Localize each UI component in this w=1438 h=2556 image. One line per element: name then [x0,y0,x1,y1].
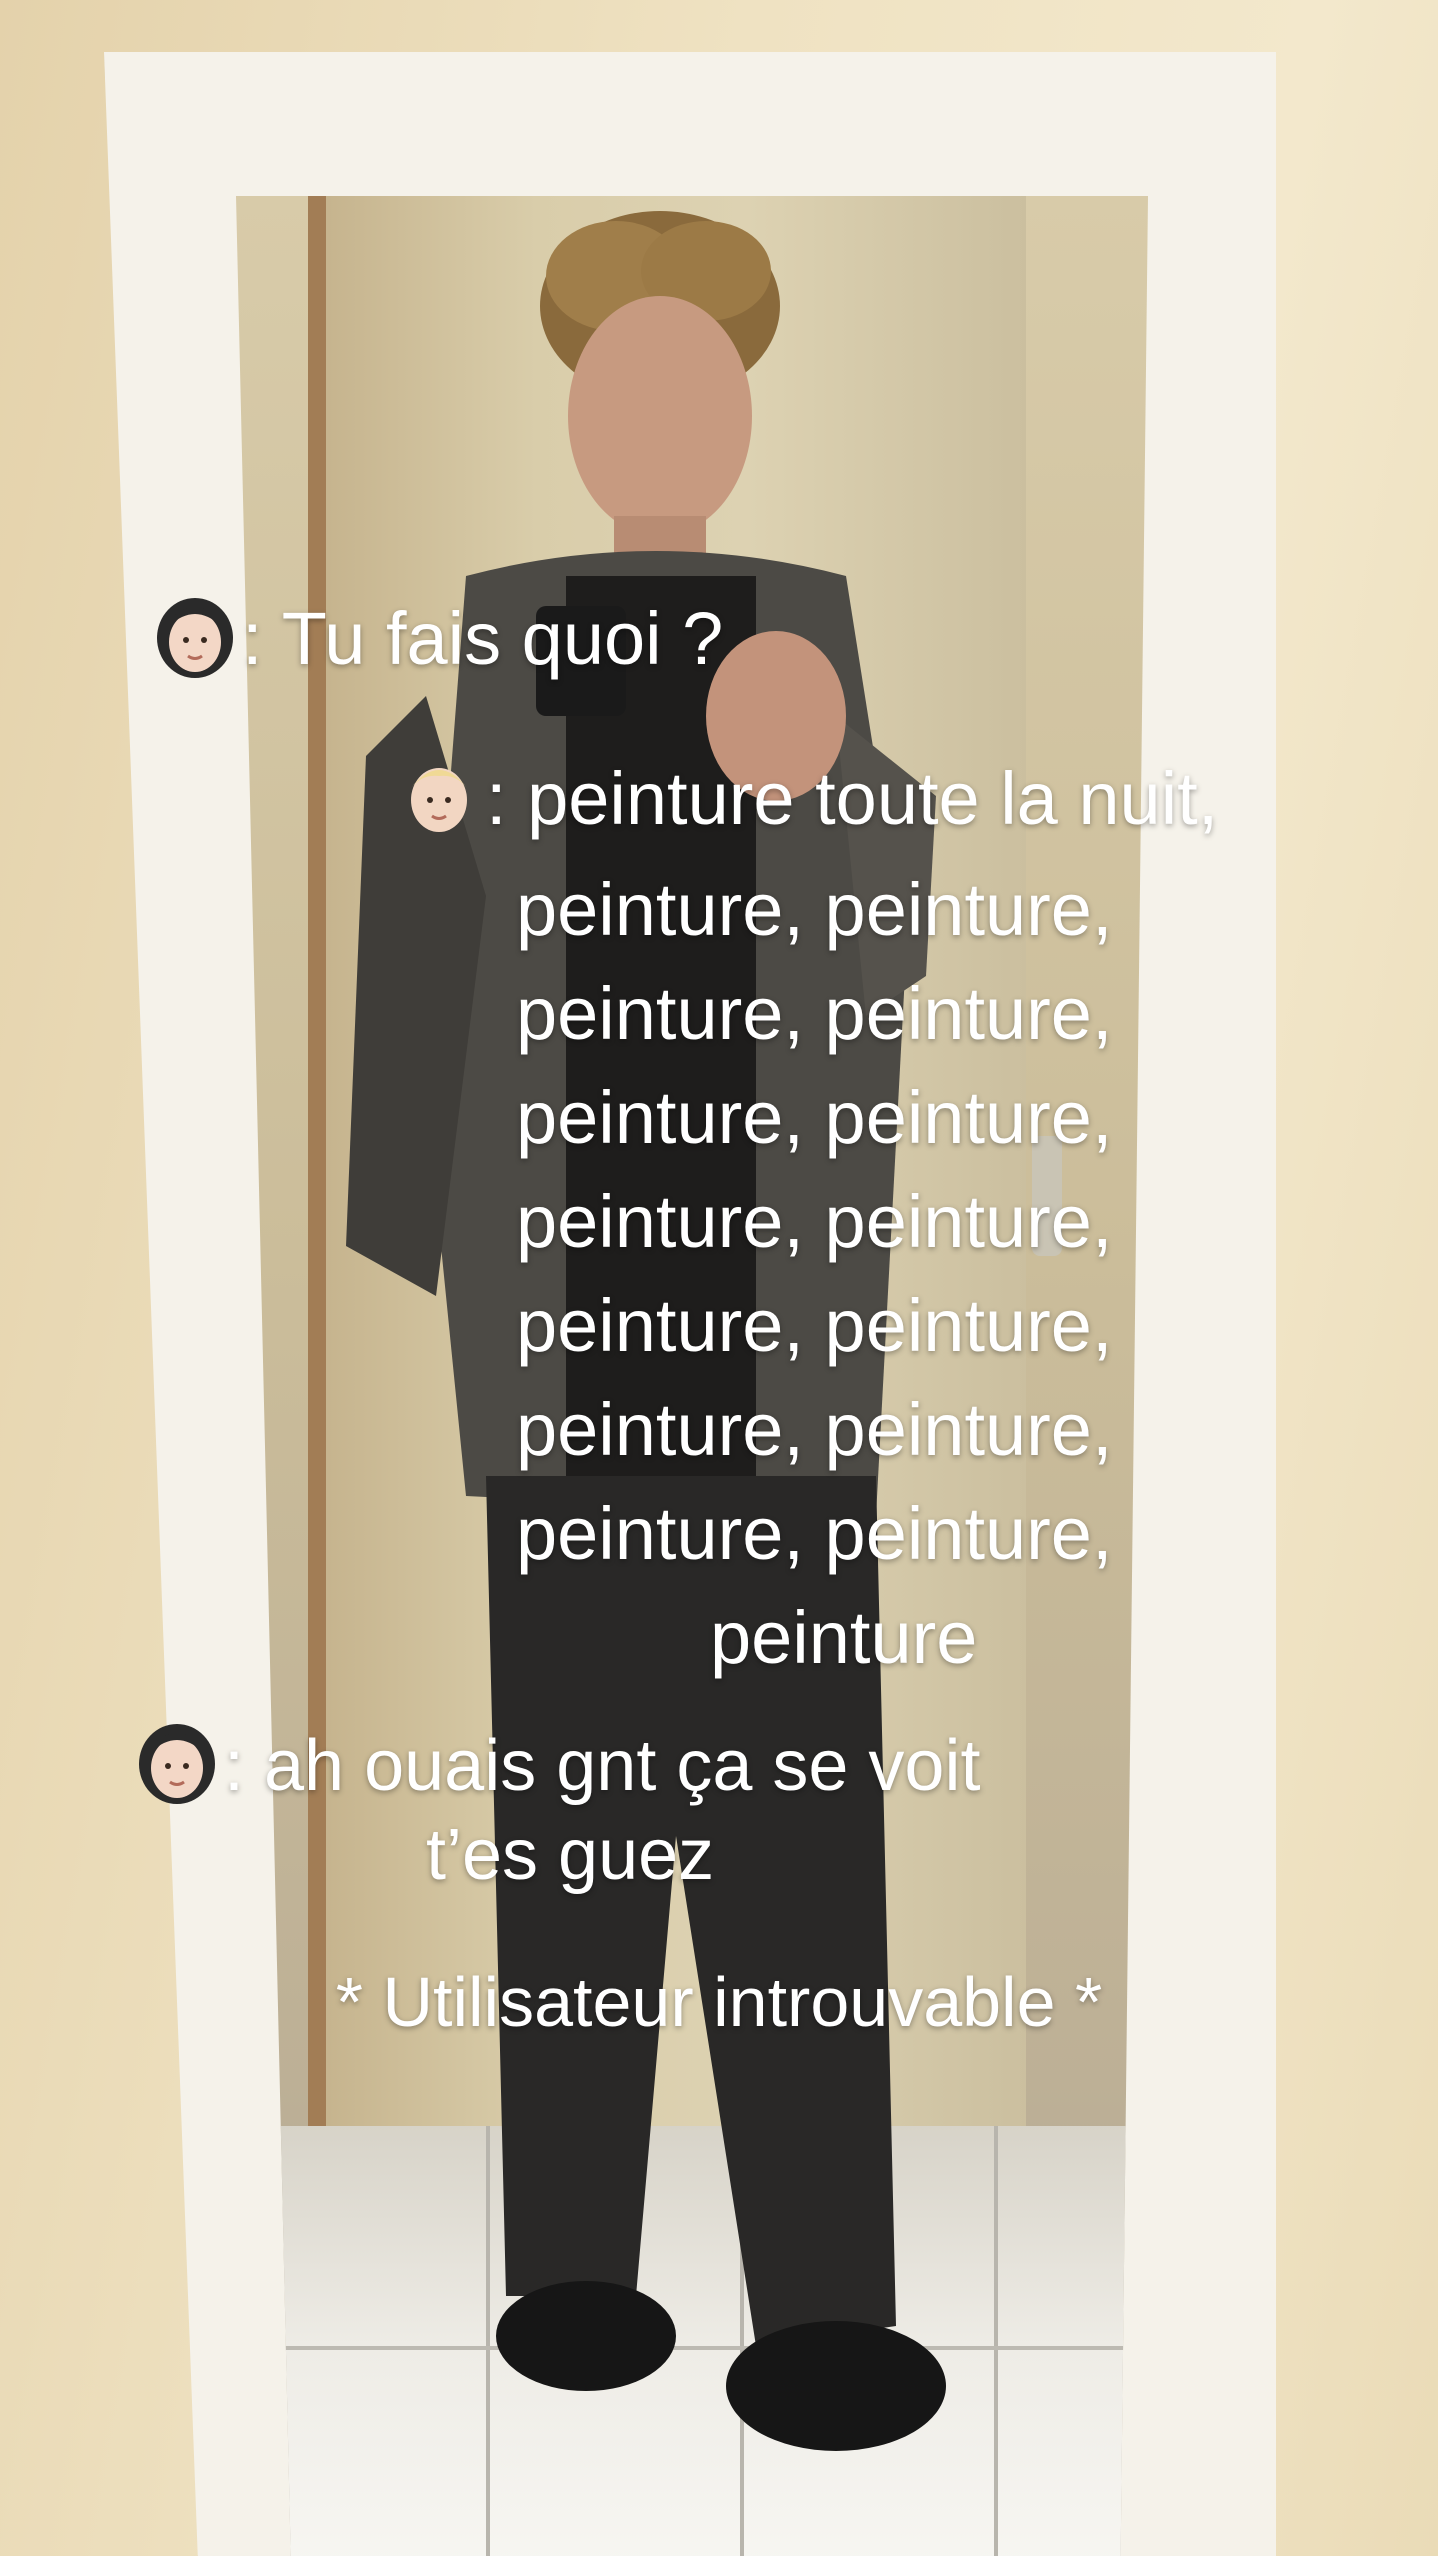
message-2-continuation: peinture, peinture, peinture, peinture, … [516,858,1224,1690]
message-2-line: peinture, peinture, [516,1180,1113,1263]
blond-man-emoji-icon [396,752,482,838]
message-2-line: peinture, peinture, [516,1076,1113,1159]
message-2-last-line: peinture [710,1596,978,1679]
message-2-line: peinture, peinture, [516,1284,1113,1367]
message-1-text: : Tu fais quoi ? [242,597,724,680]
message-3: : ah ouais gnt ça se voit [134,1718,980,1807]
message-2-line: peinture, peinture, [516,1388,1113,1471]
text-overlay: : Tu fais quoi ? : peinture toute la nui… [0,0,1438,2556]
message-2-first-line: : peinture toute la nuit, [486,757,1219,840]
message-2-line: peinture, peinture, [516,972,1113,1055]
system-message: * Utilisateur introuvable * [335,1963,1103,2041]
message-3-text: : ah ouais gnt ça se voit [224,1726,981,1806]
woman-emoji-icon [134,1718,220,1804]
message-2: : peinture toute la nuit, [396,752,1218,841]
message-3-continuation: t’es guez [426,1815,715,1895]
message-2-line: peinture, peinture, [516,868,1113,951]
woman-emoji-icon [152,592,238,678]
message-1: : Tu fais quoi ? [152,592,723,681]
message-2-line: peinture, peinture, [516,1492,1113,1575]
